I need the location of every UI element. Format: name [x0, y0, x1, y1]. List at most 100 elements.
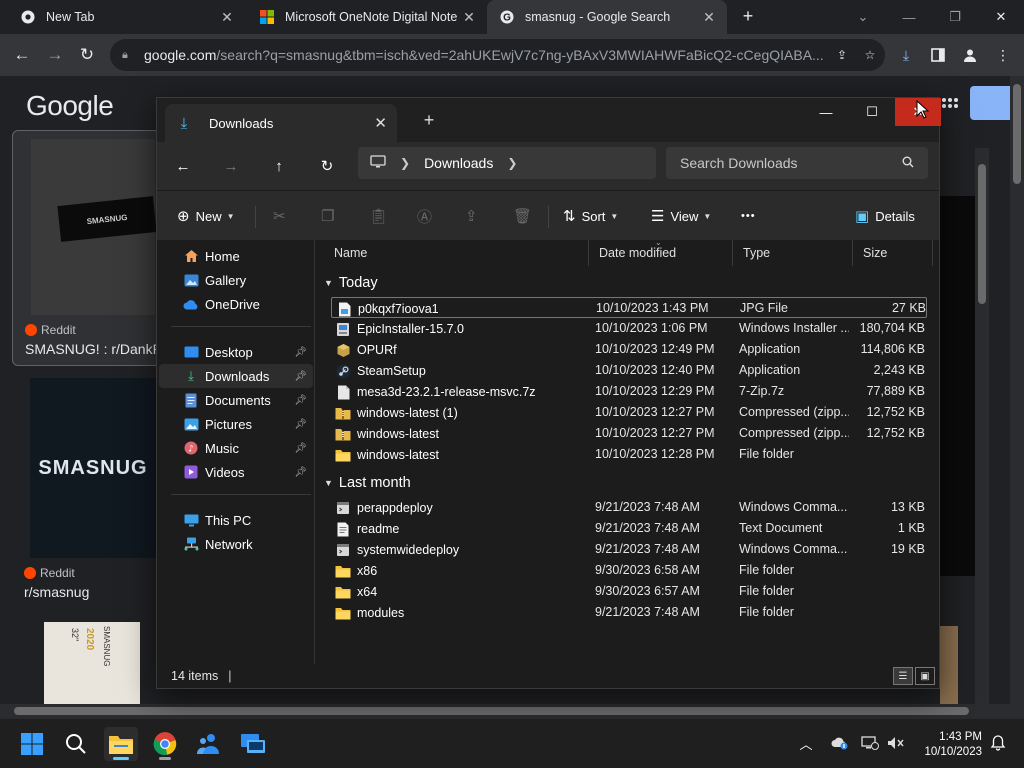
forward-icon[interactable]: →	[218, 154, 244, 178]
result-title[interactable]: r/smasnug	[24, 584, 154, 600]
nav-item-onedrive[interactable]: OneDrive	[159, 292, 313, 316]
tab-google-search[interactable]: G smasnug - Google Search ✕	[487, 0, 727, 34]
nav-item-videos[interactable]: Videos 📌︎	[159, 460, 313, 484]
tab-search-icon[interactable]: ⌄	[840, 0, 886, 34]
nav-item-gallery[interactable]: Gallery	[159, 268, 313, 292]
page-horizontal-scrollbar[interactable]	[0, 704, 1024, 718]
file-row[interactable]: mesa3d-23.2.1-release-msvc.7z 10/10/2023 …	[331, 381, 927, 402]
nav-item-network[interactable]: Network	[159, 532, 313, 556]
notification-bell-icon[interactable]	[988, 733, 1008, 753]
chevron-right-icon[interactable]: ❯	[507, 156, 517, 170]
close-window-icon[interactable]: ✕	[978, 0, 1024, 34]
maximize-icon[interactable]: ☐	[849, 98, 895, 126]
file-row[interactable]: p0kqxf7ioova1 10/10/2023 1:43 PM JPG File 2…	[331, 297, 927, 318]
view-button[interactable]: ☰ View ▼	[651, 203, 711, 229]
search-button[interactable]	[59, 727, 93, 761]
details-view-icon[interactable]: ☰	[893, 667, 913, 685]
file-row[interactable]: SteamSetup 10/10/2023 12:40 PM Application…	[331, 360, 927, 381]
page-vertical-scrollbar[interactable]	[1010, 76, 1024, 704]
details-pane-button[interactable]: ▣ Details	[855, 203, 915, 229]
new-button[interactable]: ⊕ New ▼	[177, 203, 235, 229]
back-icon[interactable]: ←	[170, 154, 196, 178]
close-tab-icon[interactable]: ✕	[374, 114, 387, 132]
minimize-icon[interactable]: —	[886, 0, 932, 34]
pin-icon[interactable]: 📌︎	[294, 419, 307, 430]
column-header-size[interactable]: Size	[853, 240, 933, 266]
show-hidden-icons-chevron[interactable]: ︿	[796, 733, 816, 753]
nav-item-this-pc[interactable]: This PC	[159, 508, 313, 532]
delete-button[interactable]: 🗑︎	[513, 203, 538, 229]
apps-grid-icon[interactable]	[940, 96, 968, 124]
column-header-date-modified[interactable]: Date modified ⌄	[589, 238, 733, 266]
nav-item-documents[interactable]: Documents 📌︎	[159, 388, 313, 412]
preview-scrollbar[interactable]	[975, 148, 989, 704]
breadcrumb-location[interactable]: Downloads	[424, 155, 493, 171]
pin-icon[interactable]: 📌︎	[294, 371, 307, 382]
reload-icon[interactable]: ↻	[74, 42, 100, 68]
start-button[interactable]	[15, 727, 49, 761]
nav-item-music[interactable]: ♪ Music 📌︎	[159, 436, 313, 460]
file-row[interactable]: modules 9/21/2023 7:48 AM File folder	[331, 602, 927, 623]
taskbar-teams[interactable]	[192, 727, 226, 761]
volume-muted-icon[interactable]	[886, 733, 906, 753]
new-tab-button[interactable]: +	[737, 5, 759, 27]
new-tab-button[interactable]: +	[419, 110, 439, 130]
minimize-icon[interactable]: —	[803, 98, 849, 126]
column-header-type[interactable]: Type	[733, 240, 853, 266]
refresh-icon[interactable]: ↻	[314, 154, 340, 178]
back-icon[interactable]: ←	[9, 42, 35, 68]
taskbar-chrome[interactable]	[148, 727, 182, 761]
file-row[interactable]: OPURf 10/10/2023 12:49 PM Application 114,8…	[331, 339, 927, 360]
tiles-view-icon[interactable]: ▣	[915, 667, 935, 685]
up-icon[interactable]: ↑	[266, 154, 292, 178]
pin-icon[interactable]: 📌︎	[294, 395, 307, 406]
pin-icon[interactable]: 📌︎	[294, 443, 307, 454]
close-icon[interactable]: ✕	[219, 9, 235, 26]
file-row[interactable]: windows-latest 10/10/2023 12:28 PM File fo…	[331, 444, 927, 465]
close-icon[interactable]: ✕	[701, 9, 717, 26]
address-bar[interactable]: 🔒︎ google.com/search?q=smasnug&tbm=isch&…	[110, 39, 885, 71]
nav-item-desktop[interactable]: Desktop 📌︎	[159, 340, 313, 364]
result-thumbnail[interactable]: SMASNUG 2020 32"	[44, 622, 140, 704]
sign-in-button[interactable]	[970, 86, 1010, 120]
nav-item-downloads[interactable]: ⤓ Downloads 📌︎	[159, 364, 313, 388]
nav-item-home[interactable]: Home	[159, 244, 313, 268]
group-header-last-month[interactable]: ▼ Last month	[324, 471, 411, 495]
share-icon[interactable]: ⇪	[837, 48, 855, 62]
tab-onenote[interactable]: Microsoft OneNote Digital Note ✕	[247, 0, 487, 34]
restore-icon[interactable]: ❐	[932, 0, 978, 34]
breadcrumb[interactable]: ❯ Downloads ❯	[358, 147, 656, 179]
share-button[interactable]: ⇪	[465, 203, 484, 229]
network-status-icon[interactable]	[860, 733, 880, 753]
taskbar-file-explorer[interactable]	[104, 727, 138, 761]
cut-button[interactable]: ✂	[273, 203, 292, 229]
group-header-today[interactable]: ▼ Today	[324, 271, 378, 295]
system-clock[interactable]: 1:43 PM 10/10/2023	[912, 730, 982, 760]
forward-icon[interactable]: →	[42, 42, 68, 68]
nav-item-pictures[interactable]: Pictures 📌︎	[159, 412, 313, 436]
close-icon[interactable]: ✕	[461, 9, 477, 26]
pin-icon[interactable]: 📌︎	[294, 347, 307, 358]
rename-button[interactable]: Ⓐ	[417, 203, 438, 229]
bookmark-star-icon[interactable]: ☆	[855, 48, 885, 62]
paste-button[interactable]: 📋︎	[369, 203, 394, 229]
side-panel-icon[interactable]	[928, 45, 948, 65]
sort-button[interactable]: ⇅ Sort ▼	[563, 203, 618, 229]
search-box[interactable]	[666, 147, 928, 179]
file-row[interactable]: windows-latest (1) 10/10/2023 12:27 PM Com…	[331, 402, 927, 423]
tab-new-tab[interactable]: New Tab ✕	[0, 0, 245, 34]
file-row[interactable]: x64 9/30/2023 6:57 AM File folder	[331, 581, 927, 602]
file-row[interactable]: readme 9/21/2023 7:48 AM Text Document 1 KB	[331, 518, 927, 539]
file-row[interactable]: x86 9/30/2023 6:58 AM File folder	[331, 560, 927, 581]
file-row[interactable]: systemwidedeploy 9/21/2023 7:48 AM Windows…	[331, 539, 927, 560]
image-result-card[interactable]: SMASNUG Reddit SMASNUG! : r/DankP	[12, 130, 162, 366]
pin-icon[interactable]: 📌︎	[294, 467, 307, 478]
search-input[interactable]	[680, 155, 902, 171]
file-row[interactable]: windows-latest 10/10/2023 12:27 PM Compres…	[331, 423, 927, 444]
download-icon[interactable]: ⤓	[896, 45, 916, 65]
file-row[interactable]: EpicInstaller-15.7.0 10/10/2023 1:06 PM Wi…	[331, 318, 927, 339]
explorer-tab-downloads[interactable]: ⤓ Downloads ✕	[165, 104, 397, 142]
result-thumbnail[interactable]: SMASNUG	[30, 378, 156, 558]
profile-icon[interactable]	[960, 45, 980, 65]
more-options-button[interactable]: •••	[741, 203, 756, 229]
